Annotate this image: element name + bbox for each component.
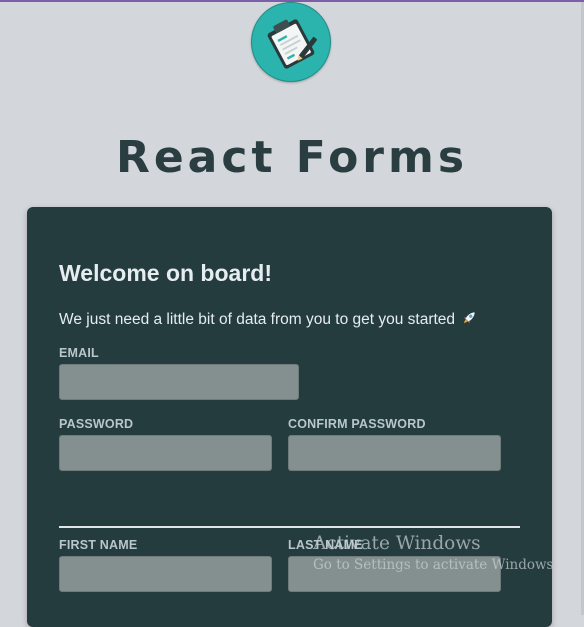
section-divider: [59, 526, 520, 528]
first-name-field[interactable]: [59, 556, 272, 592]
app-logo: [251, 2, 331, 82]
intro-text: We just need a little bit of data from y…: [59, 311, 456, 328]
form-intro: We just need a little bit of data from y…: [59, 309, 478, 333]
page-title: React Forms: [115, 132, 469, 184]
first-name-label: FIRST NAME: [59, 538, 138, 552]
confirm-password-label: CONFIRM PASSWORD: [288, 417, 426, 431]
email-field[interactable]: [59, 364, 299, 400]
rocket-icon: [460, 309, 478, 333]
clipboard-form-icon: [267, 19, 318, 69]
confirm-password-field[interactable]: [288, 435, 501, 471]
password-field[interactable]: [59, 435, 272, 471]
activate-windows-subtitle: Go to Settings to activate Windows.: [313, 557, 558, 573]
email-label: EMAIL: [59, 346, 99, 360]
form-heading: Welcome on board!: [59, 260, 272, 286]
password-label: PASSWORD: [59, 417, 134, 431]
activate-windows-title: Activate Windows: [313, 533, 481, 554]
